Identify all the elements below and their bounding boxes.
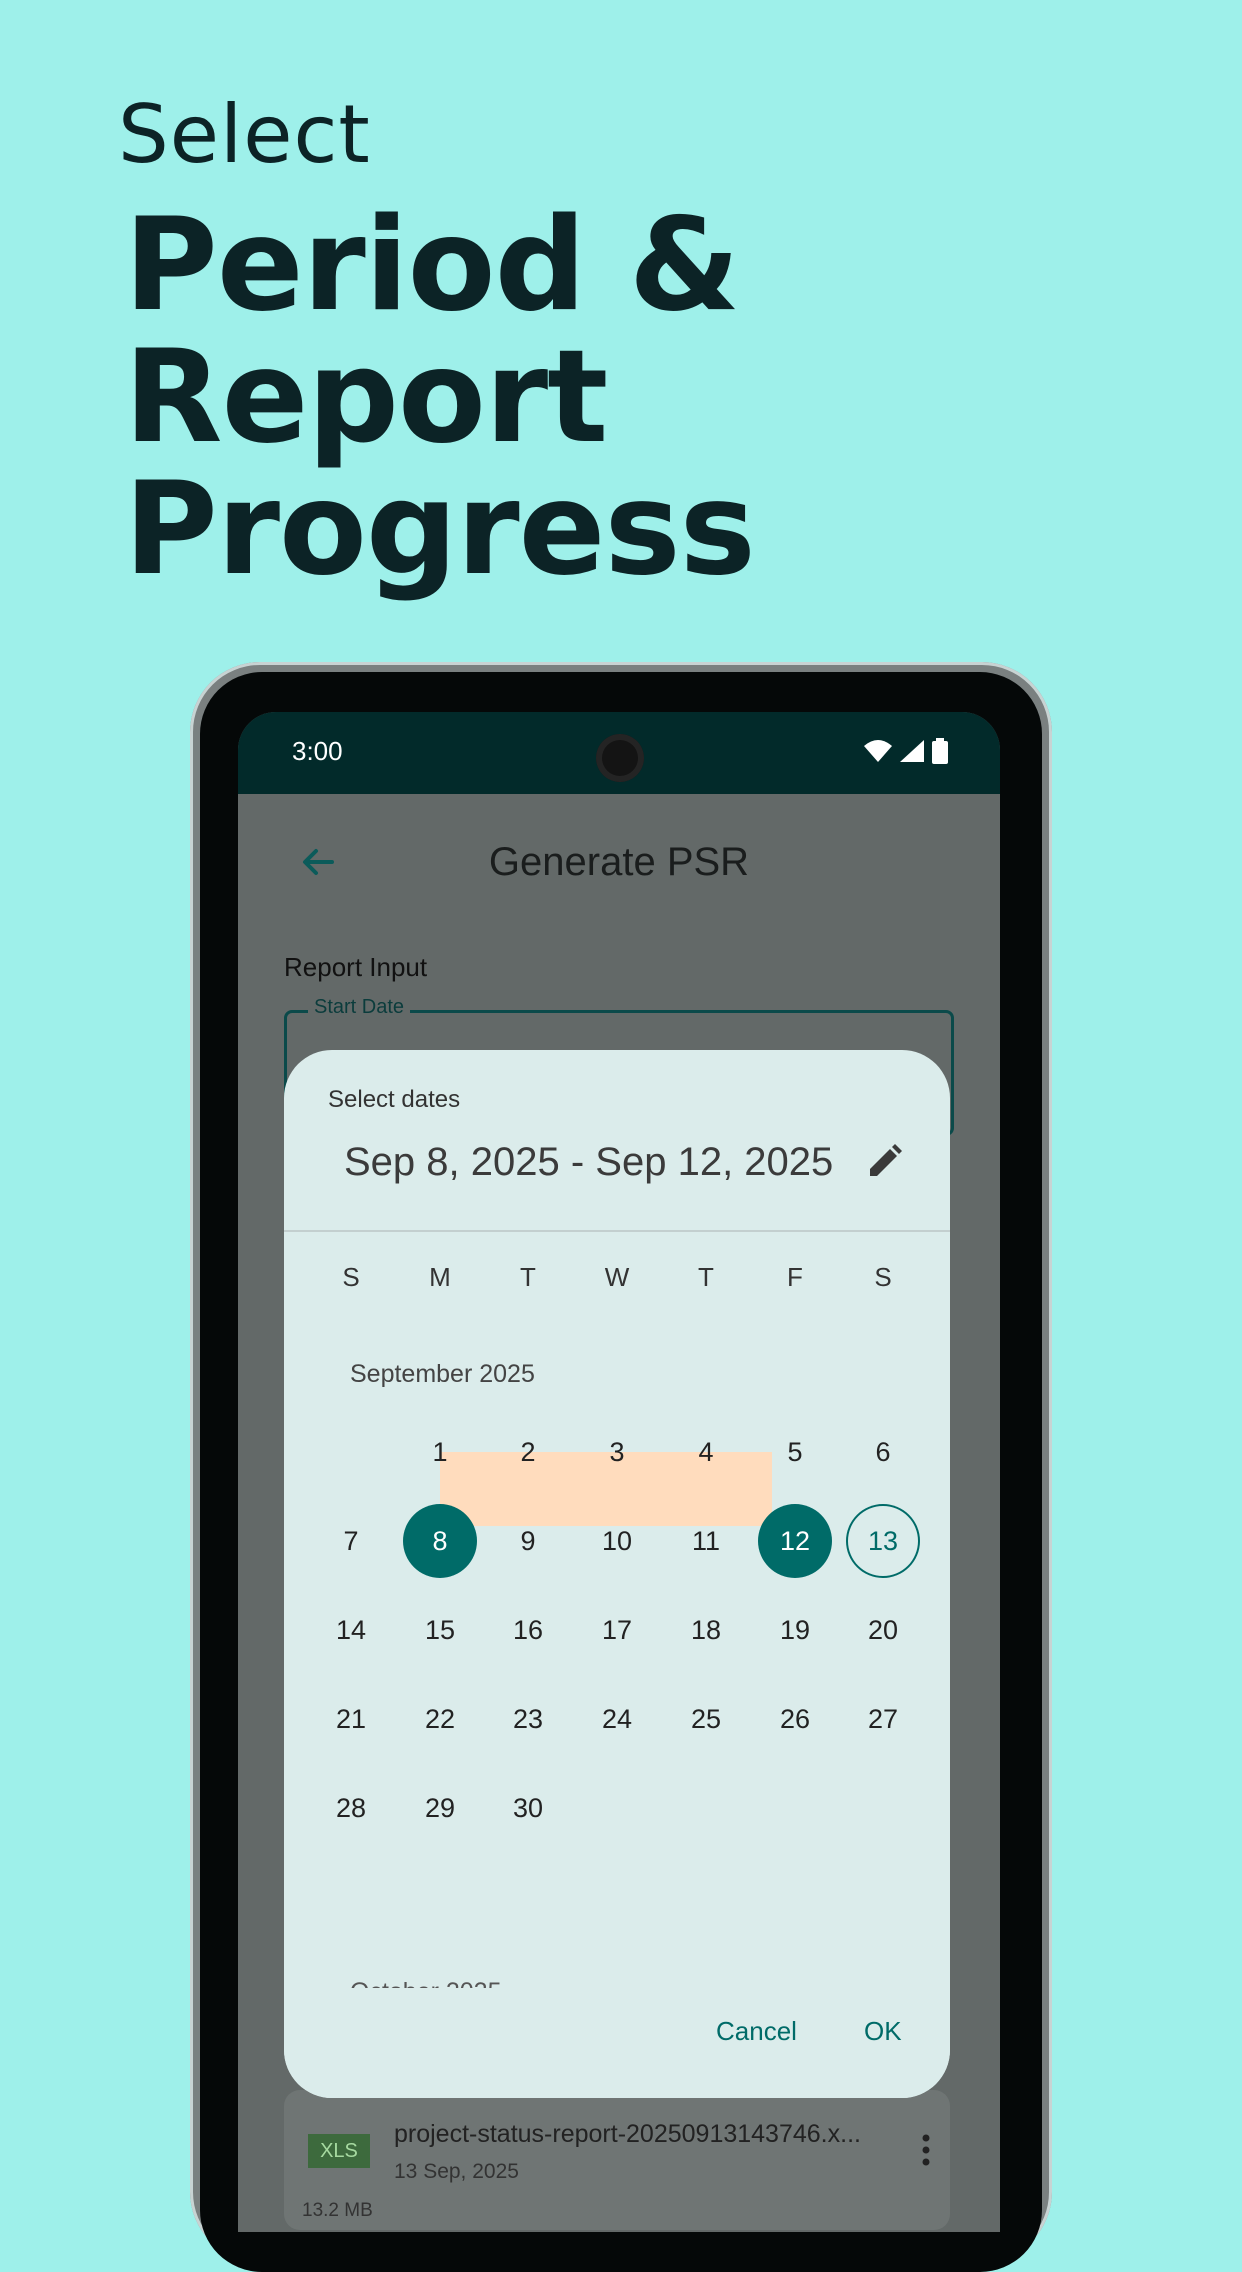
calendar-day[interactable]: 18: [669, 1593, 743, 1667]
weekday-label: T: [698, 1262, 714, 1292]
file-name: project-status-report-20250913143746.x..…: [394, 2120, 861, 2148]
weekday-header: S M T W T F S: [284, 1262, 950, 1302]
calendar-day[interactable]: 23: [491, 1682, 565, 1756]
calendar-day[interactable]: 6: [846, 1415, 920, 1489]
weekday-label: T: [520, 1262, 536, 1292]
weekday-label: S: [874, 1262, 892, 1292]
date-range-picker-dialog: Select dates Sep 8, 2025 - Sep 12, 2025 …: [284, 1050, 950, 2098]
calendar-day[interactable]: 2: [491, 1415, 565, 1489]
calendar-day[interactable]: 5: [758, 1415, 832, 1489]
calendar-day[interactable]: 10: [580, 1504, 654, 1578]
calendar-day[interactable]: 24: [580, 1682, 654, 1756]
calendar-day[interactable]: 8: [403, 1504, 477, 1578]
weekday-label: W: [604, 1262, 630, 1292]
calendar-day[interactable]: 21: [314, 1682, 388, 1756]
calendar-day[interactable]: 3: [580, 1415, 654, 1489]
headline-line: Period &: [124, 191, 740, 340]
status-bar: 3:00: [238, 712, 1000, 794]
phone-screen: 3:00 Generate PSR Report Input Start Dat…: [238, 712, 1000, 2232]
headline-line: Report: [124, 323, 608, 472]
wifi-icon: [864, 740, 892, 762]
calendar-day[interactable]: 20: [846, 1593, 920, 1667]
file-date: 13 Sep, 2025: [394, 2160, 519, 2183]
calendar-day[interactable]: 4: [669, 1415, 743, 1489]
calendar-day[interactable]: 13: [846, 1504, 920, 1578]
xls-badge: XLS: [308, 2134, 370, 2168]
calendar-day[interactable]: 14: [314, 1593, 388, 1667]
calendar-day[interactable]: 30: [491, 1771, 565, 1845]
status-icons: [864, 738, 948, 764]
camera-icon: [596, 734, 644, 782]
headline-small: Select: [118, 88, 371, 181]
weekday-label: S: [342, 1262, 360, 1292]
calendar-day[interactable]: 17: [580, 1593, 654, 1667]
weekday-label: F: [787, 1262, 803, 1292]
signal-icon: [900, 740, 924, 762]
calendar-day[interactable]: 22: [403, 1682, 477, 1756]
edit-pencil-icon[interactable]: [864, 1142, 904, 1182]
battery-icon: [932, 738, 948, 764]
ok-button[interactable]: OK: [864, 2016, 902, 2047]
page-title: Generate PSR: [488, 840, 750, 884]
calendar-day[interactable]: 1: [403, 1415, 477, 1489]
calendar-day[interactable]: 25: [669, 1682, 743, 1756]
calendar-day[interactable]: 27: [846, 1682, 920, 1756]
headline-line: Progress: [124, 455, 756, 604]
report-file-card[interactable]: XLS project-status-report-20250913143746…: [284, 2090, 950, 2230]
weekday-label: M: [429, 1262, 451, 1292]
more-vert-icon[interactable]: [916, 2130, 936, 2170]
status-time: 3:00: [292, 736, 343, 766]
dialog-actions: Cancel OK: [284, 1988, 950, 2098]
calendar-day[interactable]: 9: [491, 1504, 565, 1578]
start-date-label: Start Date: [308, 996, 411, 1019]
calendar-day[interactable]: 19: [758, 1593, 832, 1667]
calendar-day[interactable]: 26: [758, 1682, 832, 1756]
calendar-day[interactable]: 16: [491, 1593, 565, 1667]
calendar-day[interactable]: 15: [403, 1593, 477, 1667]
month-label: September 2025: [350, 1360, 535, 1388]
headline-title: Period & Report Progress: [124, 200, 1024, 596]
calendar-day[interactable]: 28: [314, 1771, 388, 1845]
selected-range-text: Sep 8, 2025 - Sep 12, 2025: [344, 1140, 834, 1184]
file-size: 13.2 MB: [302, 2200, 373, 2221]
divider: [284, 1230, 950, 1232]
dialog-subtitle: Select dates: [328, 1086, 461, 1113]
calendar-day[interactable]: 29: [403, 1771, 477, 1845]
calendar-day[interactable]: 7: [314, 1504, 388, 1578]
section-label: Report Input: [284, 952, 428, 982]
cancel-button[interactable]: Cancel: [716, 2016, 797, 2047]
calendar-day[interactable]: 11: [669, 1504, 743, 1578]
calendar-day[interactable]: 12: [758, 1504, 832, 1578]
